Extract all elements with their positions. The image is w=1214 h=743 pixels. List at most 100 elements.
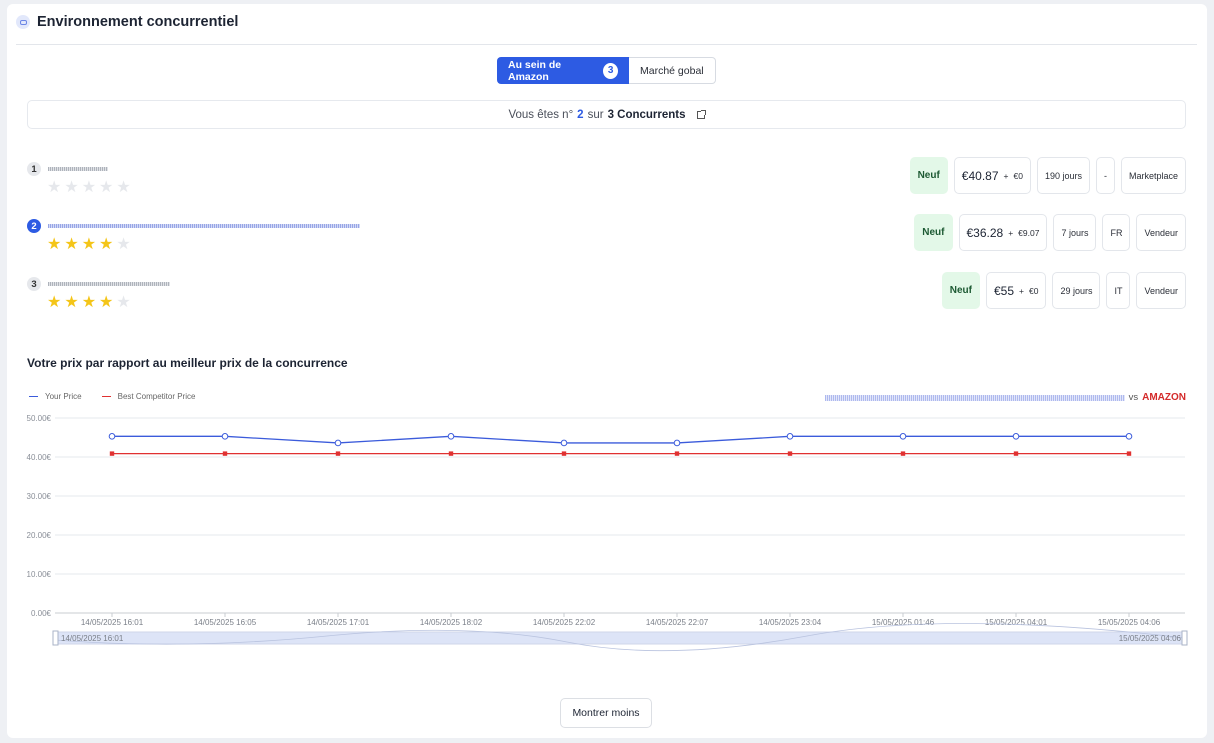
star-icon: ★ bbox=[64, 179, 79, 196]
competitor-row-2: 2 ★ ★ ★ ★ ★ Neuf €36.28 + €9.07 7 jours FR V… bbox=[27, 214, 1186, 257]
legend-best-price[interactable]: Best Competitor Price bbox=[101, 392, 196, 401]
rank-prefix: Vous êtes n° bbox=[508, 108, 574, 121]
seller-country: IT bbox=[1106, 272, 1131, 309]
rank-middle: sur bbox=[587, 108, 604, 121]
competitor-row-3: 3 ★ ★ ★ ★ ★ Neuf €55 + €0 29 jours IT Vendeu… bbox=[27, 272, 1186, 315]
product-name-redacted bbox=[824, 394, 1125, 401]
price-chip: €40.87 + €0 bbox=[953, 157, 1031, 194]
vs-text: vs bbox=[1128, 392, 1139, 403]
legend-line-red bbox=[101, 395, 111, 398]
card-header: Environnement concurrentiel bbox=[16, 14, 238, 30]
y-tick-label: 30.00€ bbox=[27, 492, 52, 501]
star-icon: ★ bbox=[116, 236, 131, 253]
delivery-delay: 29 jours bbox=[1052, 272, 1101, 309]
price-plus: + bbox=[1019, 285, 1024, 296]
seller-country: FR bbox=[1102, 214, 1131, 251]
data-point bbox=[1125, 433, 1133, 440]
x-tick-label: 15/05/2025 01:46 bbox=[872, 618, 935, 627]
amazon-text: AMAZON bbox=[1142, 392, 1186, 403]
tab-amazon-label: Au sein de Amazon bbox=[508, 58, 562, 83]
zoom-start-label: 14/05/2025 16:01 bbox=[61, 634, 124, 643]
rating-stars: ★ ★ ★ ★ ★ bbox=[47, 295, 131, 311]
legend-line-blue bbox=[29, 395, 38, 398]
legend-best-price-label: Best Competitor Price bbox=[117, 392, 196, 401]
x-tick-label: 14/05/2025 17:01 bbox=[307, 618, 370, 627]
data-point bbox=[786, 433, 794, 440]
tab-amazon-count: 3 bbox=[603, 62, 618, 79]
rank-total: 3 Concurrents bbox=[607, 108, 686, 121]
data-point bbox=[222, 451, 228, 456]
x-tick-label: 14/05/2025 22:02 bbox=[533, 618, 596, 627]
seller-type: Vendeur bbox=[1136, 214, 1186, 251]
star-icon: ★ bbox=[64, 236, 79, 253]
competitor-row-1: 1 ★ ★ ★ ★ ★ Neuf €40.87 + €0 190 jours - Mar… bbox=[27, 157, 1186, 200]
price-chip: €55 + €0 bbox=[985, 272, 1047, 309]
scope-toggle: Au sein de Amazon 3 Marché gobal bbox=[497, 57, 716, 84]
competitor-name-redacted bbox=[48, 282, 170, 286]
delivery-delay: 7 jours bbox=[1053, 214, 1097, 251]
condition-badge: Neuf bbox=[941, 272, 980, 309]
show-less-button[interactable]: Montrer moins bbox=[560, 698, 652, 728]
y-tick-label: 40.00€ bbox=[27, 453, 52, 462]
seller-type: Vendeur bbox=[1136, 272, 1186, 309]
comparison-label: vs AMAZON bbox=[824, 392, 1186, 403]
star-icon: ★ bbox=[99, 179, 114, 196]
star-icon: ★ bbox=[99, 294, 114, 311]
x-tick-label: 14/05/2025 22:07 bbox=[646, 618, 709, 627]
seller-type: Marketplace bbox=[1120, 157, 1186, 194]
x-tick-label: 14/05/2025 18:02 bbox=[420, 618, 483, 627]
offer-details: Neuf €36.28 + €9.07 7 jours FR Vendeur bbox=[914, 214, 1186, 251]
star-icon: ★ bbox=[47, 294, 62, 311]
seller-country: - bbox=[1095, 157, 1115, 194]
competitor-name-redacted bbox=[48, 167, 108, 171]
tab-global-market[interactable]: Marché gobal bbox=[629, 57, 716, 84]
data-point bbox=[560, 439, 568, 447]
x-tick-label: 14/05/2025 16:05 bbox=[194, 618, 257, 627]
data-point bbox=[447, 433, 455, 440]
data-point bbox=[1126, 451, 1132, 456]
y-tick-label: 50.00€ bbox=[27, 414, 52, 423]
competitive-environment-card: Environnement concurrentiel Au sein de A… bbox=[7, 4, 1207, 738]
rank-position: 2 bbox=[577, 108, 584, 121]
external-link-icon[interactable] bbox=[696, 109, 706, 119]
star-icon: ★ bbox=[116, 294, 131, 311]
data-point bbox=[900, 451, 906, 456]
data-point bbox=[787, 451, 793, 456]
condition-badge: Neuf bbox=[914, 214, 953, 251]
x-tick-label: 15/05/2025 04:06 bbox=[1098, 618, 1161, 627]
zoom-handle-left bbox=[52, 630, 59, 646]
y-tick-label: 20.00€ bbox=[27, 531, 52, 540]
condition-badge: Neuf bbox=[909, 157, 948, 194]
data-point bbox=[448, 451, 454, 456]
zoom-slider-track bbox=[54, 631, 1186, 645]
data-point bbox=[561, 451, 567, 456]
legend-your-price[interactable]: Your Price bbox=[29, 392, 82, 401]
legend-your-price-label: Your Price bbox=[45, 392, 82, 401]
data-point bbox=[109, 451, 115, 456]
card-title: Environnement concurrentiel bbox=[37, 14, 239, 30]
x-tick-label: 14/05/2025 16:01 bbox=[81, 618, 144, 627]
shipping-value: €9.07 bbox=[1018, 227, 1040, 238]
data-point bbox=[221, 433, 229, 440]
chart-section-title: Votre prix par rapport au meilleur prix … bbox=[27, 356, 348, 370]
zoom-handle-right bbox=[1181, 630, 1188, 646]
rank-summary: Vous êtes n° 2 sur 3 Concurrents bbox=[27, 100, 1186, 129]
star-icon: ★ bbox=[47, 236, 62, 253]
data-point bbox=[899, 433, 907, 440]
data-point bbox=[334, 439, 342, 447]
x-tick-label: 14/05/2025 23:04 bbox=[759, 618, 822, 627]
data-point bbox=[1013, 451, 1019, 456]
chart-legend: Your Price Best Competitor Price bbox=[29, 392, 195, 401]
price-value: €36.28 bbox=[966, 225, 1004, 240]
price-value: €40.87 bbox=[961, 168, 999, 183]
offer-details: Neuf €55 + €0 29 jours IT Vendeur bbox=[941, 272, 1186, 309]
competitor-rank-badge: 3 bbox=[27, 277, 41, 291]
y-tick-label: 10.00€ bbox=[27, 570, 52, 579]
series-line-your-price bbox=[112, 435, 1129, 444]
data-point bbox=[1012, 433, 1020, 440]
tab-amazon[interactable]: Au sein de Amazon 3 bbox=[497, 57, 629, 84]
rating-stars: ★ ★ ★ ★ ★ bbox=[47, 180, 131, 196]
data-point bbox=[673, 439, 681, 447]
competitor-rank-badge: 1 bbox=[27, 162, 41, 176]
header-divider bbox=[16, 44, 1197, 45]
